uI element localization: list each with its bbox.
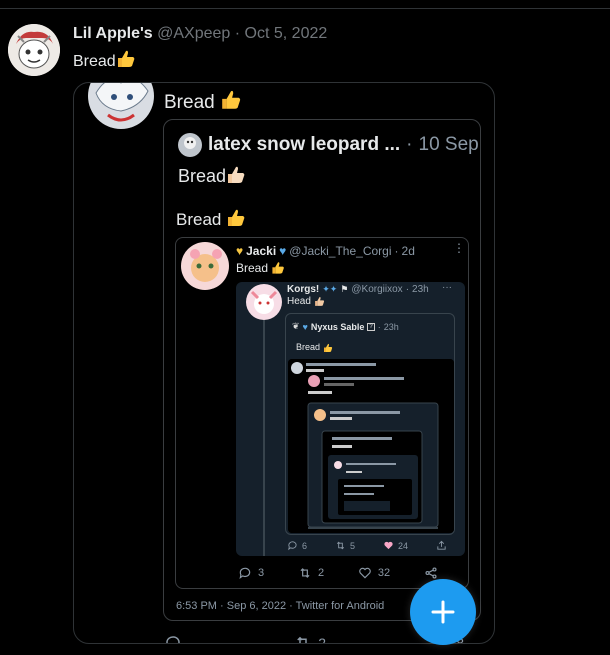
more-button[interactable]: ··· bbox=[442, 282, 452, 293]
thumbs-up-icon bbox=[323, 343, 332, 352]
reply-icon bbox=[239, 567, 251, 580]
timestamp[interactable]: Oct 5, 2022 bbox=[245, 25, 328, 42]
reply-icon bbox=[288, 541, 297, 551]
nested-quotes-image bbox=[288, 359, 454, 533]
compose-button[interactable] bbox=[410, 579, 476, 645]
quote3-text: Bread bbox=[236, 261, 269, 275]
display-name[interactable]: Jacki bbox=[246, 244, 276, 258]
avatar bbox=[246, 284, 282, 320]
quote2-text-top-row: Bread bbox=[178, 165, 246, 187]
nested-screenshot-thumbnail bbox=[288, 359, 454, 533]
quote1-text-row: Bread bbox=[164, 89, 242, 114]
top-divider bbox=[0, 8, 610, 9]
quote2-text-bottom: Bread bbox=[176, 210, 222, 229]
like-button[interactable]: 24 bbox=[383, 540, 408, 551]
tweet-body: Bread bbox=[73, 53, 116, 70]
thumbs-up-icon bbox=[272, 262, 285, 274]
heart-icon bbox=[359, 567, 371, 579]
quote5-text: Bread bbox=[296, 342, 321, 352]
retweet-button[interactable]: 2 bbox=[294, 634, 326, 643]
thumbs-up-icon bbox=[222, 90, 241, 109]
tweet-header: Lil Apple's @AXpeep · Oct 5, 2022 bbox=[73, 25, 327, 43]
tweet-text: Bread bbox=[73, 49, 136, 71]
badge-icon: ✦✦ bbox=[322, 284, 338, 294]
avatar bbox=[181, 242, 229, 290]
plus-icon bbox=[431, 600, 455, 624]
thumbs-up-icon bbox=[228, 166, 245, 183]
retweet-button[interactable]: 2 bbox=[298, 566, 324, 580]
separator: · bbox=[405, 284, 410, 295]
thumbs-up-icon bbox=[228, 209, 245, 226]
heart-icon: ♥ bbox=[236, 244, 244, 258]
retweet-icon bbox=[297, 636, 307, 643]
quote1-text: Bread bbox=[164, 92, 215, 113]
thread-line bbox=[263, 320, 265, 556]
thumbs-up-icon bbox=[117, 50, 135, 67]
badge-icon: ? bbox=[367, 322, 375, 331]
display-name[interactable]: latex snow leopard ... bbox=[208, 134, 400, 156]
like-button[interactable]: 32 bbox=[358, 566, 390, 580]
handle[interactable]: @Korgiixox bbox=[351, 284, 402, 295]
display-name[interactable]: Korgs! bbox=[287, 284, 319, 295]
quote4-text: Head bbox=[287, 296, 311, 307]
more-icon[interactable]: ⋮ bbox=[453, 241, 465, 255]
quoted-avatar bbox=[88, 83, 154, 129]
display-name[interactable]: Lil Apple's bbox=[73, 25, 153, 42]
thumbs-up-icon bbox=[314, 296, 324, 306]
separator: · bbox=[377, 321, 381, 332]
flag-icon: ⚑ bbox=[340, 284, 349, 294]
heart-icon: ♥ bbox=[302, 321, 308, 332]
handle[interactable]: @AXpeep bbox=[157, 25, 230, 42]
quote4-actions: 6 5 24 bbox=[287, 540, 447, 551]
timestamp[interactable]: 10 Sep bbox=[419, 134, 479, 156]
quote2-header: latex snow leopard ... · 10 Sep bbox=[178, 133, 479, 157]
share-button[interactable] bbox=[436, 540, 447, 551]
quote3-header: ♥ Jacki ♥ @Jacki_The_Corgi · 2d bbox=[236, 244, 415, 258]
avatar bbox=[178, 133, 202, 157]
reply-icon bbox=[166, 636, 180, 643]
reply-button[interactable]: 6 bbox=[287, 540, 307, 551]
retweet-icon bbox=[300, 568, 310, 578]
handle[interactable]: @Jacki_The_Corgi bbox=[289, 244, 391, 258]
retweet-icon bbox=[336, 541, 345, 550]
separator: · bbox=[394, 244, 399, 258]
quote3-actions: 3 2 32 bbox=[238, 566, 438, 580]
avatar[interactable] bbox=[8, 24, 60, 76]
share-icon bbox=[425, 567, 437, 579]
reply-button[interactable] bbox=[164, 634, 188, 643]
quote4-text-row: Head bbox=[287, 296, 325, 307]
retweet-button[interactable]: 5 bbox=[335, 540, 355, 551]
tweet-meta: 6:53 PM · Sep 6, 2022 · Twitter for Andr… bbox=[176, 600, 385, 612]
heart-icon: ♥ bbox=[279, 244, 287, 258]
share-button[interactable] bbox=[424, 566, 438, 580]
separator: · bbox=[234, 25, 241, 42]
reply-button[interactable]: 3 bbox=[238, 566, 264, 580]
separator: · bbox=[406, 134, 413, 155]
quote2-text-bottom-row: Bread bbox=[176, 208, 246, 230]
quote2-text-top: Bread bbox=[178, 166, 227, 186]
display-name[interactable]: Nyxus Sable bbox=[311, 322, 365, 332]
quote4-header: Korgs! ✦✦ ⚑ @Korgiixox · 23h bbox=[287, 284, 429, 295]
share-icon bbox=[437, 540, 446, 550]
quote5-header: ❦ ♥ Nyxus Sable ? · 23h bbox=[292, 321, 399, 332]
timestamp[interactable]: 2d bbox=[402, 244, 415, 258]
quote5-text-row: Bread bbox=[296, 342, 333, 353]
timestamp[interactable]: 23h bbox=[384, 322, 399, 332]
paw-icon: ❦ bbox=[292, 321, 300, 331]
heart-icon bbox=[384, 541, 393, 550]
timestamp[interactable]: 23h bbox=[412, 284, 429, 295]
quote3-text-row: Bread bbox=[236, 261, 285, 275]
